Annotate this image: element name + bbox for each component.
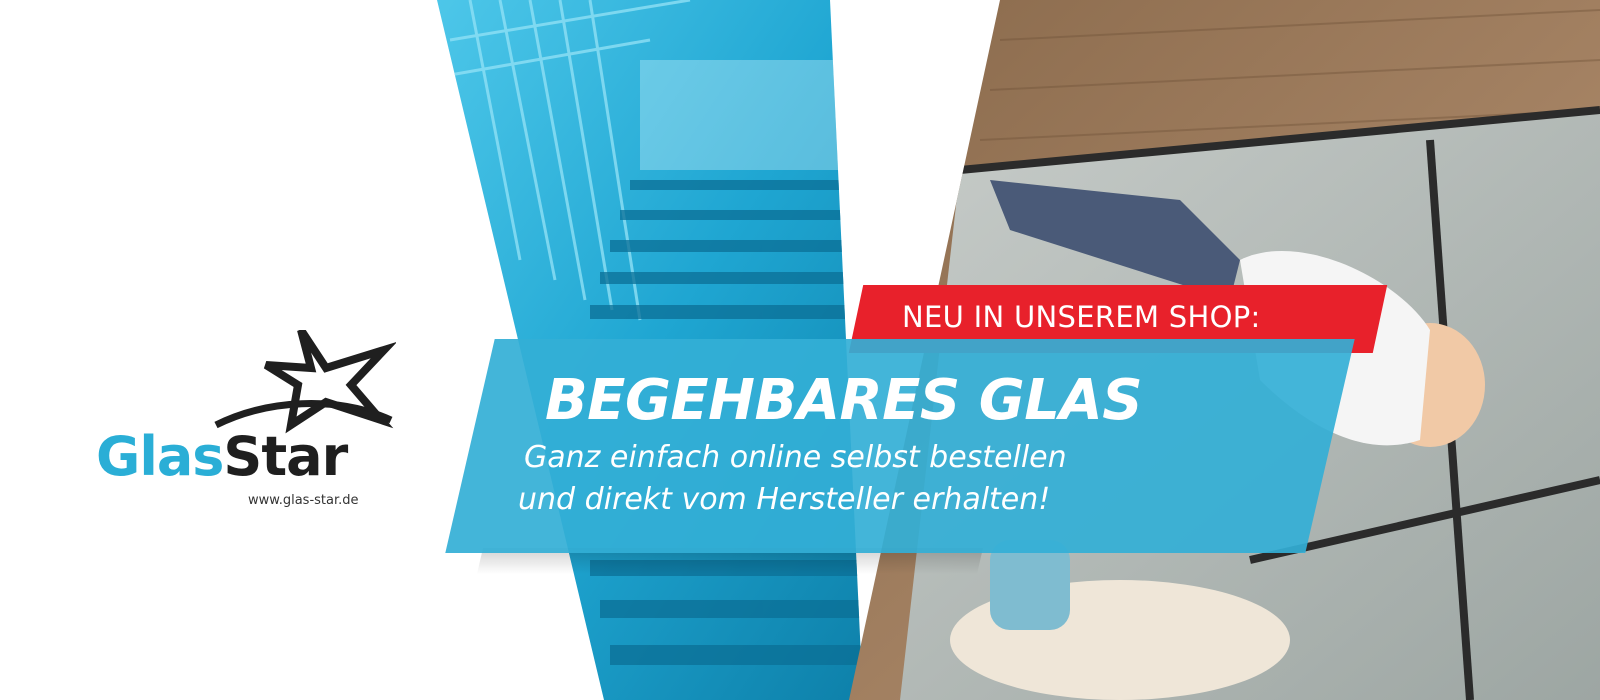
star-icon	[214, 330, 396, 434]
logo-word-star: Star	[223, 425, 348, 488]
eyebrow-text: NEU IN UNSEREM SHOP:	[902, 300, 1261, 334]
promo-banner[interactable]: GlasStar www.glas-star.de NEU IN UNSEREM…	[0, 0, 1600, 700]
logo-wordmark: GlasStar	[96, 430, 348, 484]
headline-text: BEGEHBARES GLAS	[545, 368, 1143, 433]
logo-word-glas: Glas	[96, 425, 224, 488]
logo-url[interactable]: www.glas-star.de	[248, 493, 359, 508]
subline-1: Ganz einfach online selbst bestellen	[524, 440, 1067, 475]
subline-2: und direkt vom Hersteller erhalten!	[518, 482, 1051, 517]
glasstar-logo[interactable]: GlasStar www.glas-star.de	[96, 330, 396, 510]
